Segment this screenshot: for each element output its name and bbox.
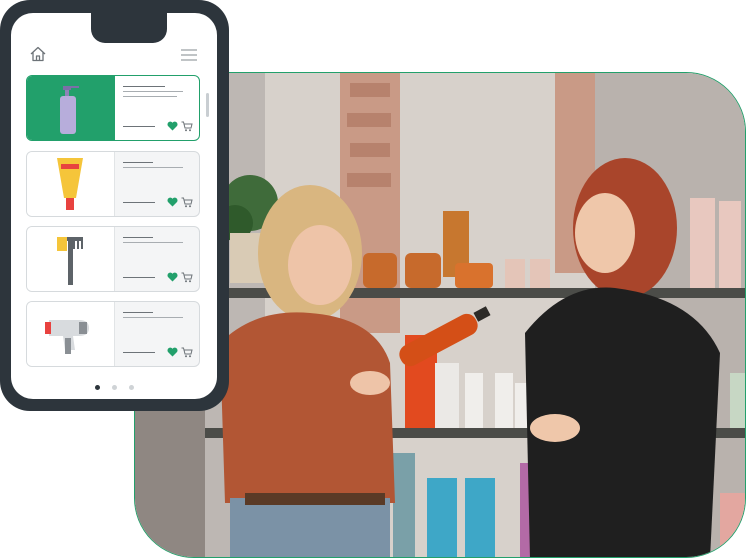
- product-card[interactable]: [26, 301, 200, 367]
- product-thumbnail: [27, 76, 115, 140]
- product-card[interactable]: [26, 151, 200, 217]
- hair-dryer-icon: [45, 320, 89, 354]
- product-text-lines: [123, 237, 193, 247]
- product-thumbnail: [27, 152, 115, 216]
- cart-icon[interactable]: [181, 347, 193, 358]
- heart-icon[interactable]: [167, 197, 178, 207]
- heart-icon[interactable]: [167, 121, 178, 131]
- product-actions: [123, 197, 193, 208]
- pagination-dots: [11, 379, 217, 391]
- product-text-lines: [123, 86, 193, 101]
- heart-icon[interactable]: [167, 272, 178, 282]
- lotion-bottle-icon: [60, 86, 79, 134]
- app-topbar: [11, 43, 217, 75]
- product-card[interactable]: [26, 226, 200, 292]
- hero-stage: [0, 0, 747, 559]
- scrollbar[interactable]: [206, 93, 209, 117]
- cream-tube-icon: [57, 158, 83, 210]
- cart-icon[interactable]: [181, 197, 193, 208]
- hair-comb-icon: [57, 237, 83, 285]
- product-text-lines: [123, 162, 193, 172]
- heart-icon[interactable]: [167, 347, 178, 357]
- cart-icon[interactable]: [181, 272, 193, 283]
- phone-screen: [11, 13, 217, 399]
- product-thumbnail: [27, 227, 115, 291]
- home-icon[interactable]: [29, 45, 47, 63]
- product-text-lines: [123, 312, 193, 322]
- product-actions: [123, 272, 193, 283]
- pagination-dot-3[interactable]: [128, 385, 134, 391]
- product-card[interactable]: [26, 75, 200, 141]
- phone-mockup: [0, 0, 229, 411]
- product-actions: [123, 347, 193, 358]
- pagination-dot-1[interactable]: [94, 385, 100, 391]
- hamburger-menu-icon[interactable]: [179, 47, 199, 63]
- product-thumbnail: [27, 302, 115, 366]
- pagination-dot-2[interactable]: [111, 385, 117, 391]
- product-actions: [123, 121, 193, 132]
- phone-notch: [91, 13, 167, 43]
- cart-icon[interactable]: [181, 121, 193, 132]
